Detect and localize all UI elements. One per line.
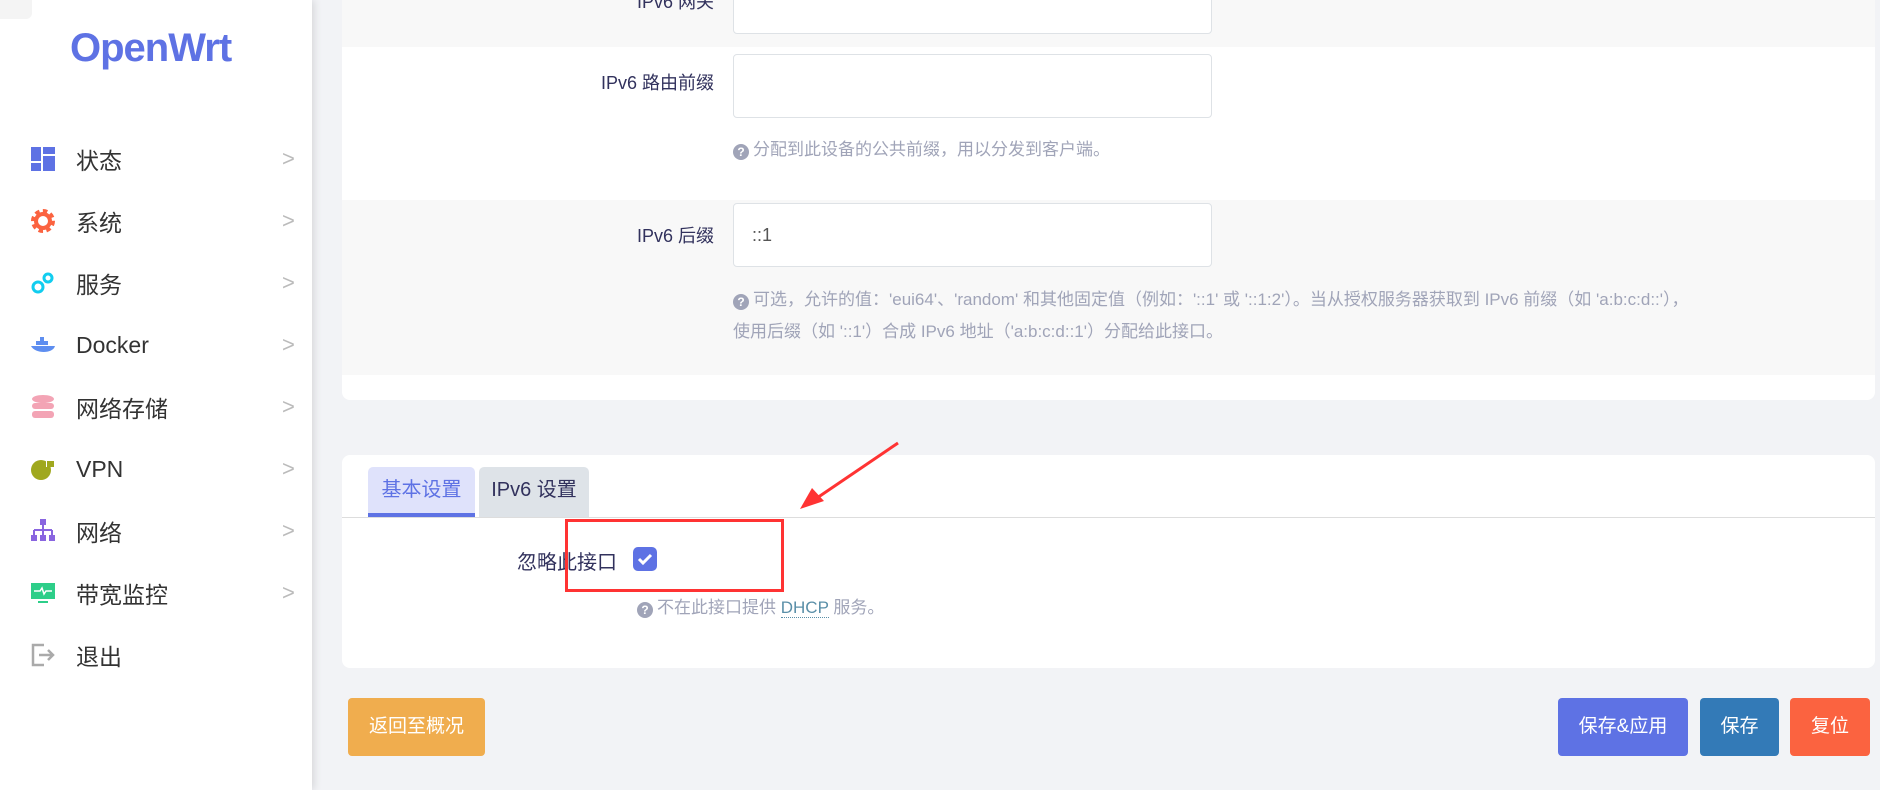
ipv6-suffix-input[interactable] (733, 203, 1212, 267)
sidebar-menu: 状态 > 系统 > 服务 > Docker > 网络存储 > VPN > 网络 > 带宽监控 >… (0, 128, 312, 686)
database-icon (30, 394, 56, 420)
help-text: ? 分配到此设备的公共前缀，用以分发到客户端。 (733, 134, 1853, 166)
form-row-ipv6-gateway: IPv6 网关 (342, 0, 1875, 47)
sidebar-item-label: 网络存储 (76, 396, 168, 422)
sidebar-item-network[interactable]: 网络 > (0, 500, 312, 562)
logo: OpenWrt (70, 26, 232, 70)
annotation-arrow-icon (800, 441, 899, 509)
chevron-right-icon: > (282, 270, 295, 295)
sidebar-item-label: 退出 (76, 644, 122, 670)
help-text-content: 服务。 (833, 598, 885, 617)
sidebar-item-services[interactable]: 服务 > (0, 252, 312, 314)
sidebar-item-status[interactable]: 状态 > (0, 128, 312, 190)
chevron-right-icon: > (282, 518, 295, 543)
gear-icon (30, 208, 56, 234)
sidebar-item-system[interactable]: 系统 > (0, 190, 312, 252)
ipv6-settings-card: IPv6 网关 IPv6 路由前缀 ? 分配到此设备的公共前缀，用以分发到客户端。… (342, 0, 1875, 400)
sidebar-item-vpn[interactable]: VPN > (0, 438, 312, 500)
dhcp-abbr[interactable]: DHCP (780, 598, 829, 618)
tab-divider (342, 517, 1875, 518)
back-to-overview-button[interactable]: 返回至概况 (348, 698, 485, 756)
chevron-right-icon: > (282, 580, 295, 605)
reset-button[interactable]: 复位 (1790, 698, 1870, 756)
sidebar-item-label: VPN (76, 455, 124, 482)
sidebar-item-label: 服务 (76, 272, 122, 298)
sidebar-item-bandwidth[interactable]: 带宽监控 > (0, 562, 312, 624)
docker-icon (30, 332, 56, 358)
tab-basic-settings[interactable]: 基本设置 (368, 467, 475, 517)
chevron-right-icon: > (282, 146, 295, 171)
chevron-right-icon: > (282, 332, 295, 357)
chevron-right-icon: > (282, 456, 295, 481)
help-text-content: 分配到此设备的公共前缀，用以分发到客户端。 (753, 140, 1110, 159)
sidebar-item-label: 状态 (76, 148, 122, 174)
sidebar-item-label: Docker (76, 331, 149, 358)
tab-ipv6-settings[interactable]: IPv6 设置 (479, 467, 589, 517)
ipv6-gateway-input[interactable] (733, 0, 1212, 34)
annotation-highlight-box (565, 519, 784, 592)
sidebar-item-logout[interactable]: 退出 (0, 624, 312, 686)
sidebar-item-docker[interactable]: Docker > (0, 314, 312, 376)
question-icon: ? (637, 602, 653, 618)
field-label: IPv6 路由前缀 (600, 73, 714, 93)
form-row-ipv6-prefix: IPv6 路由前缀 ? 分配到此设备的公共前缀，用以分发到客户端。 (342, 47, 1875, 200)
ipv6-prefix-input[interactable] (733, 54, 1212, 118)
corner-tab (0, 0, 32, 19)
sidebar-item-label: 系统 (76, 210, 122, 236)
sidebar: OpenWrt 状态 > 系统 > 服务 > Docker > 网络存储 > VPN > 网… (0, 0, 312, 790)
question-icon: ? (733, 294, 749, 310)
logout-icon (30, 642, 56, 668)
field-label: IPv6 后缀 (636, 226, 714, 246)
question-icon: ? (733, 144, 749, 160)
sidebar-item-nas[interactable]: 网络存储 > (0, 376, 312, 438)
help-text-line: 可选，允许的值：'eui64'、'random' 和其他固定值（例如：'::1'… (753, 290, 1689, 309)
form-row-ipv6-suffix: IPv6 后缀 ?可选，允许的值：'eui64'、'random' 和其他固定值… (342, 200, 1875, 375)
help-text: ? 不在此接口提供 DHCP 服务。 (637, 592, 1757, 624)
sidebar-item-label: 网络 (76, 520, 122, 546)
monitor-icon (30, 580, 56, 606)
chevron-right-icon: > (282, 208, 295, 233)
network-icon (30, 518, 56, 544)
save-apply-button[interactable]: 保存&应用 (1558, 698, 1688, 756)
chevron-right-icon: > (282, 394, 295, 419)
gears-icon (30, 270, 56, 296)
sidebar-item-label: 带宽监控 (76, 582, 168, 608)
save-button[interactable]: 保存 (1700, 698, 1779, 756)
globe-lock-icon (30, 456, 56, 482)
field-label: IPv6 网关 (636, 0, 714, 12)
help-text-content: 不在此接口提供 (657, 598, 776, 617)
dashboard-icon (30, 146, 56, 172)
help-text-line: 使用后缀（如 '::1'）合成 IPv6 地址（'a:b:c:d::1'）分配给… (733, 322, 1224, 341)
help-text: ? 可选，允许的值：'eui64'、'random' 和其他固定值（例如：'::1… (733, 284, 1853, 348)
